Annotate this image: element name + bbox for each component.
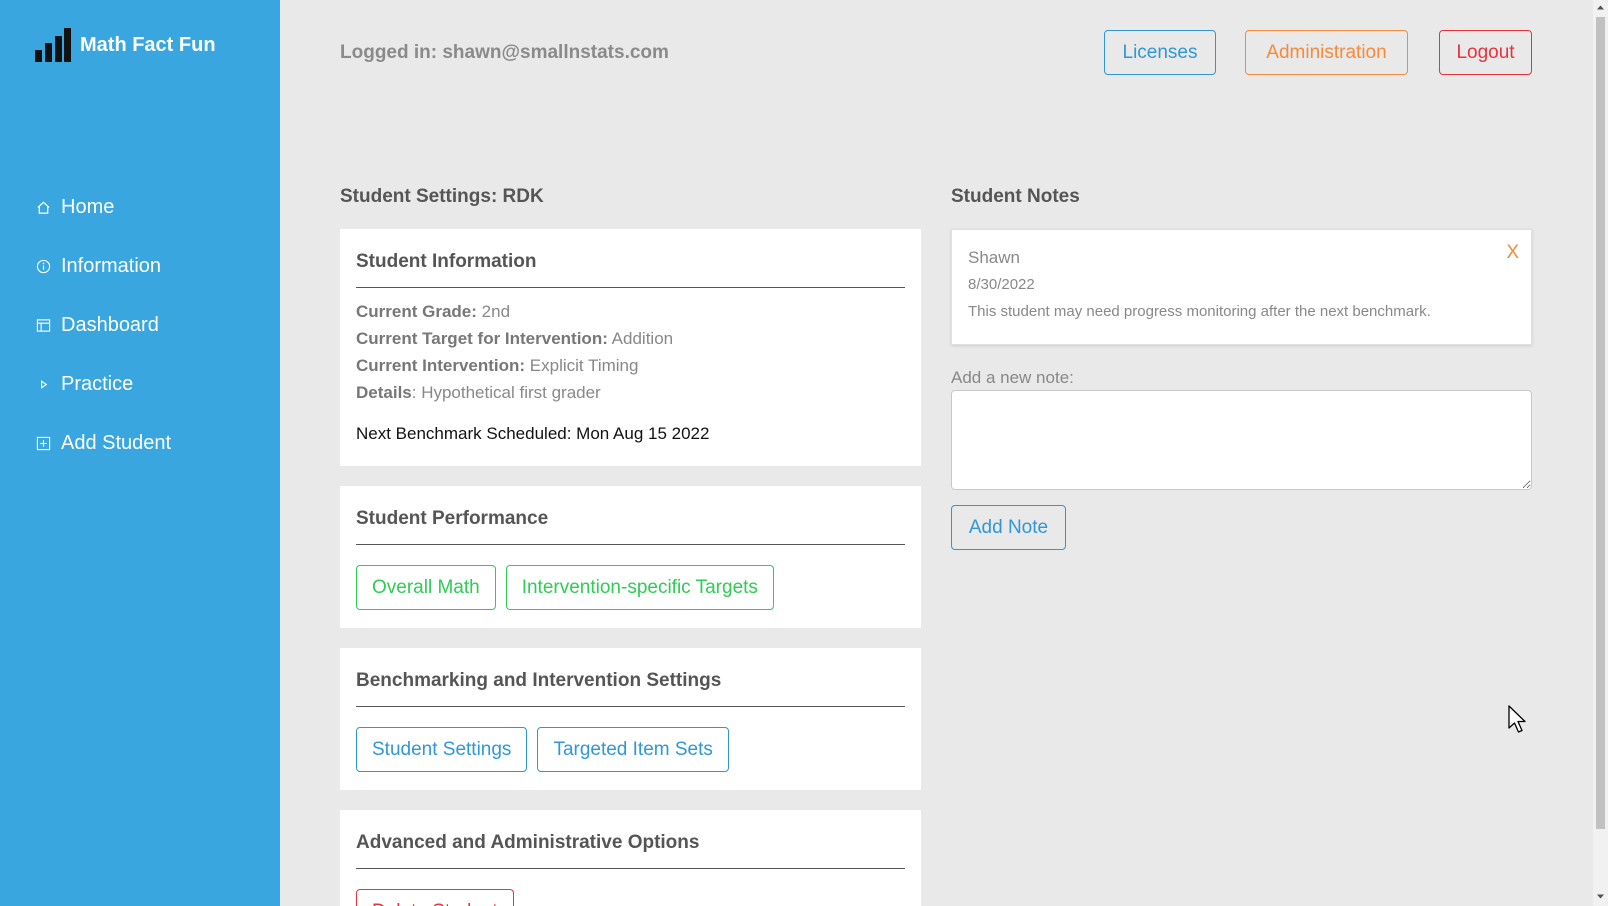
intervention-targets-button[interactable]: Intervention-specific Targets (505, 565, 774, 610)
bar-chart-logo-icon (35, 28, 71, 62)
target-line: Current Target for Intervention: Additio… (356, 325, 905, 352)
student-info-details: Current Grade: 2nd Current Target for In… (356, 288, 905, 406)
delete-student-button[interactable]: Delete Student (356, 889, 514, 906)
logout-button[interactable]: Logout (1439, 30, 1532, 75)
plus-square-icon (35, 436, 51, 452)
intervention-label: Current Intervention: (356, 356, 526, 375)
sidebar-item-information[interactable]: Information (35, 237, 171, 296)
scroll-up-arrow-icon[interactable] (1596, 3, 1605, 12)
advanced-buttons: Delete Student (356, 869, 905, 906)
benchmarking-settings-card: Benchmarking and Intervention Settings S… (340, 648, 921, 790)
student-settings-button[interactable]: Student Settings (356, 727, 528, 772)
main-content: Logged in: shawn@smallnstats.com License… (280, 0, 1593, 906)
logged-in-status: Logged in: shawn@smallnstats.com (340, 42, 669, 63)
details-line: Details: Hypothetical first grader (356, 379, 905, 406)
card-heading: Student Performance (356, 486, 905, 545)
card-heading: Benchmarking and Intervention Settings (356, 648, 905, 707)
target-label: Current Target for Intervention: (356, 329, 608, 348)
next-benchmark: Next Benchmark Scheduled: Mon Aug 15 202… (356, 424, 710, 443)
grade-label: Current Grade: (356, 302, 477, 321)
note-date: 8/30/2022 (968, 276, 1035, 293)
grade-value: 2nd (481, 302, 511, 321)
sidebar-item-add-student[interactable]: Add Student (35, 414, 171, 473)
student-settings-title: Student Settings: RDK (340, 186, 544, 207)
sidebar-item-label: Home (61, 196, 115, 218)
overall-math-button[interactable]: Overall Math (356, 565, 496, 610)
sidebar-item-dashboard[interactable]: Dashboard (35, 296, 171, 355)
scroll-down-arrow-icon[interactable] (1596, 892, 1605, 901)
sidebar: Math Fact Fun Home Information Dashboard… (0, 0, 280, 906)
performance-buttons: Overall Math Intervention-specific Targe… (356, 545, 905, 610)
sidebar-item-home[interactable]: Home (35, 178, 171, 237)
intervention-line: Current Intervention: Explicit Timing (356, 352, 905, 379)
info-icon (35, 259, 51, 275)
vertical-scrollbar[interactable] (1593, 0, 1608, 906)
administration-button[interactable]: Administration (1245, 30, 1408, 75)
student-performance-card: Student Performance Overall Math Interve… (340, 486, 921, 628)
card-heading: Advanced and Administrative Options (356, 810, 905, 869)
details-label: Details (356, 383, 412, 402)
note-text: This student may need progress monitorin… (968, 303, 1431, 320)
details-value: : Hypothetical first grader (411, 383, 601, 402)
sidebar-item-label: Add Student (61, 432, 172, 454)
mouse-pointer-icon (1508, 705, 1526, 733)
sidebar-item-label: Information (61, 255, 162, 277)
brand[interactable]: Math Fact Fun (35, 28, 216, 62)
targeted-item-sets-button[interactable]: Targeted Item Sets (537, 727, 729, 772)
dashboard-icon (35, 318, 51, 334)
note-item: Shawn 8/30/2022 This student may need pr… (951, 229, 1532, 345)
new-note-input[interactable] (951, 390, 1532, 490)
add-note-button[interactable]: Add Note (951, 505, 1066, 550)
delete-note-button[interactable]: X (1506, 242, 1519, 264)
intervention-value: Explicit Timing (529, 356, 639, 375)
student-information-card: Student Information Current Grade: 2nd C… (340, 229, 921, 466)
benchmark-buttons: Student Settings Targeted Item Sets (356, 707, 905, 772)
sidebar-item-practice[interactable]: Practice (35, 355, 171, 414)
scrollbar-thumb[interactable] (1596, 17, 1605, 829)
sidebar-item-label: Practice (61, 373, 134, 395)
student-notes-title: Student Notes (951, 186, 1080, 207)
play-icon (35, 377, 51, 393)
note-author: Shawn (968, 248, 1020, 267)
card-heading: Student Information (356, 229, 905, 288)
licenses-button[interactable]: Licenses (1104, 30, 1216, 75)
target-value: Addition (611, 329, 674, 348)
grade-line: Current Grade: 2nd (356, 298, 905, 325)
advanced-options-card: Advanced and Administrative Options Dele… (340, 810, 921, 906)
app-name: Math Fact Fun (80, 33, 216, 56)
sidebar-item-label: Dashboard (61, 314, 159, 336)
home-icon (35, 200, 51, 216)
add-note-label: Add a new note: (951, 368, 1074, 387)
sidebar-nav: Home Information Dashboard Practice Add … (35, 178, 171, 473)
